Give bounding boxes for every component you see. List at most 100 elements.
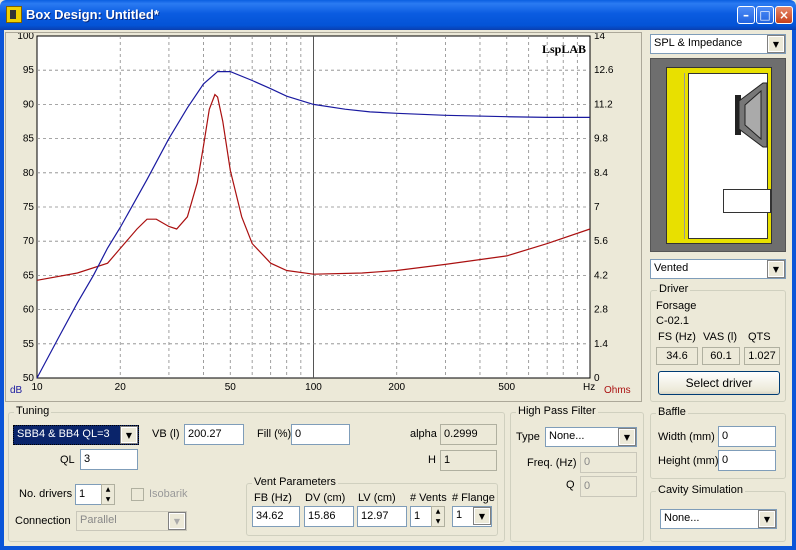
hpf-q-input[interactable]: 0: [580, 476, 637, 497]
isobarik-checkbox[interactable]: [131, 488, 144, 501]
left-tick-label: 85: [23, 134, 35, 145]
left-axis-ticks: 50556065707580859095100: [17, 31, 35, 384]
flange-select[interactable]: 1 ▼: [452, 506, 492, 527]
spin-up-icon[interactable]: ▲: [432, 507, 444, 517]
chevron-down-icon[interactable]: ▼: [767, 260, 785, 278]
drivers-count-stepper[interactable]: ▲ ▼: [101, 484, 115, 505]
h-label: H: [428, 454, 436, 466]
close-button[interactable]: ×: [775, 6, 793, 24]
drivers-count-input[interactable]: 1: [75, 484, 102, 505]
left-tick-label: 55: [23, 339, 35, 350]
spin-down-icon[interactable]: ▼: [432, 517, 444, 527]
chevron-down-icon[interactable]: ▼: [758, 510, 776, 528]
window-title: Box Design: Untitled*: [26, 7, 159, 22]
fill-input[interactable]: 0: [291, 424, 350, 445]
chevron-down-icon[interactable]: ▼: [473, 507, 491, 525]
x-tick-label: 10: [31, 382, 43, 393]
right-axis-ticks: 01.42.84.25.678.49.811.212.614: [594, 31, 614, 384]
left-tick-label: 100: [17, 33, 34, 42]
chevron-down-icon[interactable]: ▼: [120, 426, 138, 444]
hpf-freq-label: Freq. (Hz): [527, 457, 577, 469]
h-value: 1: [440, 450, 497, 471]
right-tick-label: 7: [594, 202, 600, 213]
right-tick-label: 9.8: [594, 134, 608, 145]
app-speaker-icon[interactable]: [6, 6, 22, 23]
fs-value: 34.6: [656, 347, 698, 365]
graph-type-select[interactable]: SPL & Impedance ▼: [650, 34, 786, 54]
connection-label: Connection: [15, 515, 71, 527]
hpf-type-value: None...: [549, 430, 585, 442]
right-tick-label: 2.8: [594, 305, 608, 316]
right-tick-label: 14: [594, 33, 606, 42]
alignment-value: SBB4 & BB4 QL=3: [17, 428, 110, 440]
right-unit-label: Ohms: [604, 385, 631, 396]
box-type-select[interactable]: Vented ▼: [650, 259, 786, 279]
drivers-count-label: No. drivers: [19, 488, 73, 500]
baffle-width-input[interactable]: 0: [718, 426, 776, 447]
left-tick-label: 65: [23, 270, 35, 281]
box-front-panel: [671, 73, 685, 239]
hpf-freq-input[interactable]: 0: [580, 452, 637, 473]
connection-select[interactable]: Parallel ▼: [76, 511, 187, 531]
baffle-group-label: Baffle: [656, 406, 688, 418]
dv-input[interactable]: 15.86: [304, 506, 354, 527]
vb-input[interactable]: 200.27: [184, 424, 244, 445]
right-tick-label: 1.4: [594, 339, 608, 350]
right-tick-label: 4.2: [594, 270, 608, 281]
vents-input[interactable]: 1: [410, 506, 432, 527]
x-tick-label: 20: [115, 382, 127, 393]
baffle-height-label: Height (mm): [658, 455, 719, 467]
vas-label: VAS (l): [703, 331, 738, 343]
alignment-select[interactable]: SBB4 & BB4 QL=3 ▼: [13, 425, 139, 445]
cavity-group-label: Cavity Simulation: [656, 484, 745, 496]
lv-label: LV (cm): [358, 492, 396, 504]
lv-input[interactable]: 12.97: [357, 506, 407, 527]
window-frame-bottom: [0, 546, 796, 550]
vent-port-icon: [723, 189, 771, 213]
chevron-down-icon[interactable]: ▼: [618, 428, 636, 446]
spin-down-icon[interactable]: ▼: [102, 495, 114, 505]
left-tick-label: 75: [23, 202, 35, 213]
ql-label: QL: [60, 454, 75, 466]
ql-input[interactable]: 3: [80, 449, 138, 470]
fs-label: FS (Hz): [658, 331, 696, 343]
cavity-select[interactable]: None... ▼: [660, 509, 777, 529]
x-tick-label: 100: [305, 382, 322, 393]
chevron-down-icon[interactable]: ▼: [767, 35, 785, 53]
tuning-group-label: Tuning: [14, 405, 52, 417]
spl-impedance-chart[interactable]: 50556065707580859095100 01.42.84.25.678.…: [6, 31, 641, 401]
window-frame-right: [792, 30, 796, 550]
fb-input[interactable]: 34.62: [252, 506, 300, 527]
box-type-value: Vented: [654, 262, 689, 274]
spin-up-icon[interactable]: ▲: [102, 485, 114, 495]
baffle-height-input[interactable]: 0: [718, 450, 776, 471]
x-tick-label: 200: [388, 382, 405, 393]
hpf-q-label: Q: [566, 479, 575, 491]
maximize-button[interactable]: □: [756, 6, 774, 24]
vent-params-group-label: Vent Parameters: [252, 476, 338, 488]
x-tick-label: 50: [225, 382, 237, 393]
x-axis-ticks: 10 20 50 100 200 500: [31, 382, 515, 393]
right-tick-label: 11.2: [594, 99, 613, 110]
vents-stepper[interactable]: ▲ ▼: [431, 506, 445, 527]
fb-label: FB (Hz): [254, 492, 292, 504]
left-unit-label: dB: [10, 385, 23, 396]
left-tick-label: 60: [23, 305, 35, 316]
select-driver-button[interactable]: Select driver: [658, 371, 780, 395]
chart-panel: 50 55 60 65 70 75 80 85 90 95 100 0 1.4 2.8 4.2 5.6 7 8.…: [5, 31, 642, 402]
x-tick-label: 500: [498, 382, 515, 393]
flange-value: 1: [456, 509, 463, 521]
window-frame-left: [0, 30, 4, 550]
watermark-text: LspLAB: [542, 42, 586, 56]
cavity-value: None...: [664, 512, 700, 524]
left-tick-label: 80: [23, 168, 35, 179]
qts-value: 1.027: [744, 347, 780, 365]
left-tick-label: 90: [23, 99, 35, 110]
graph-type-value: SPL & Impedance: [654, 37, 743, 49]
hpf-type-label: Type: [516, 431, 540, 443]
x-unit-label: Hz: [583, 382, 595, 393]
chevron-down-icon[interactable]: ▼: [168, 512, 186, 530]
hpf-type-select[interactable]: None... ▼: [545, 427, 637, 447]
left-tick-label: 70: [23, 236, 35, 247]
minimize-button[interactable]: –: [737, 6, 755, 24]
